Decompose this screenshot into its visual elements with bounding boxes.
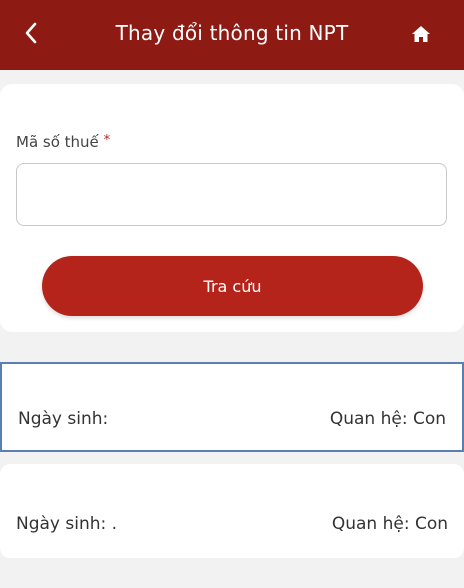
app-header: Thay đổi thông tin NPT (0, 0, 464, 70)
home-button[interactable] (404, 17, 438, 51)
dependent-relation: Quan hệ: Con (331, 514, 448, 534)
chevron-left-icon (25, 22, 37, 44)
dependent-dob: Ngày sinh: (18, 409, 109, 429)
tax-code-label: Mã số thuế * (16, 133, 110, 151)
back-button[interactable] (14, 16, 48, 50)
home-icon (412, 26, 430, 42)
dependent-card[interactable]: Ngày sinh: Quan hệ: Con (0, 362, 464, 452)
lookup-button[interactable]: Tra cứu (42, 256, 423, 316)
page-title: Thay đổi thông tin NPT (115, 21, 349, 45)
dependent-dob: Ngày sinh: . (16, 514, 118, 534)
dependent-relation: Quan hệ: Con (329, 409, 446, 429)
required-mark: * (103, 133, 111, 148)
tax-code-input[interactable] (16, 163, 447, 226)
tax-code-label-text: Mã số thuế (16, 133, 99, 151)
dependent-card[interactable]: Ngày sinh: . Quan hệ: Con (0, 464, 464, 558)
